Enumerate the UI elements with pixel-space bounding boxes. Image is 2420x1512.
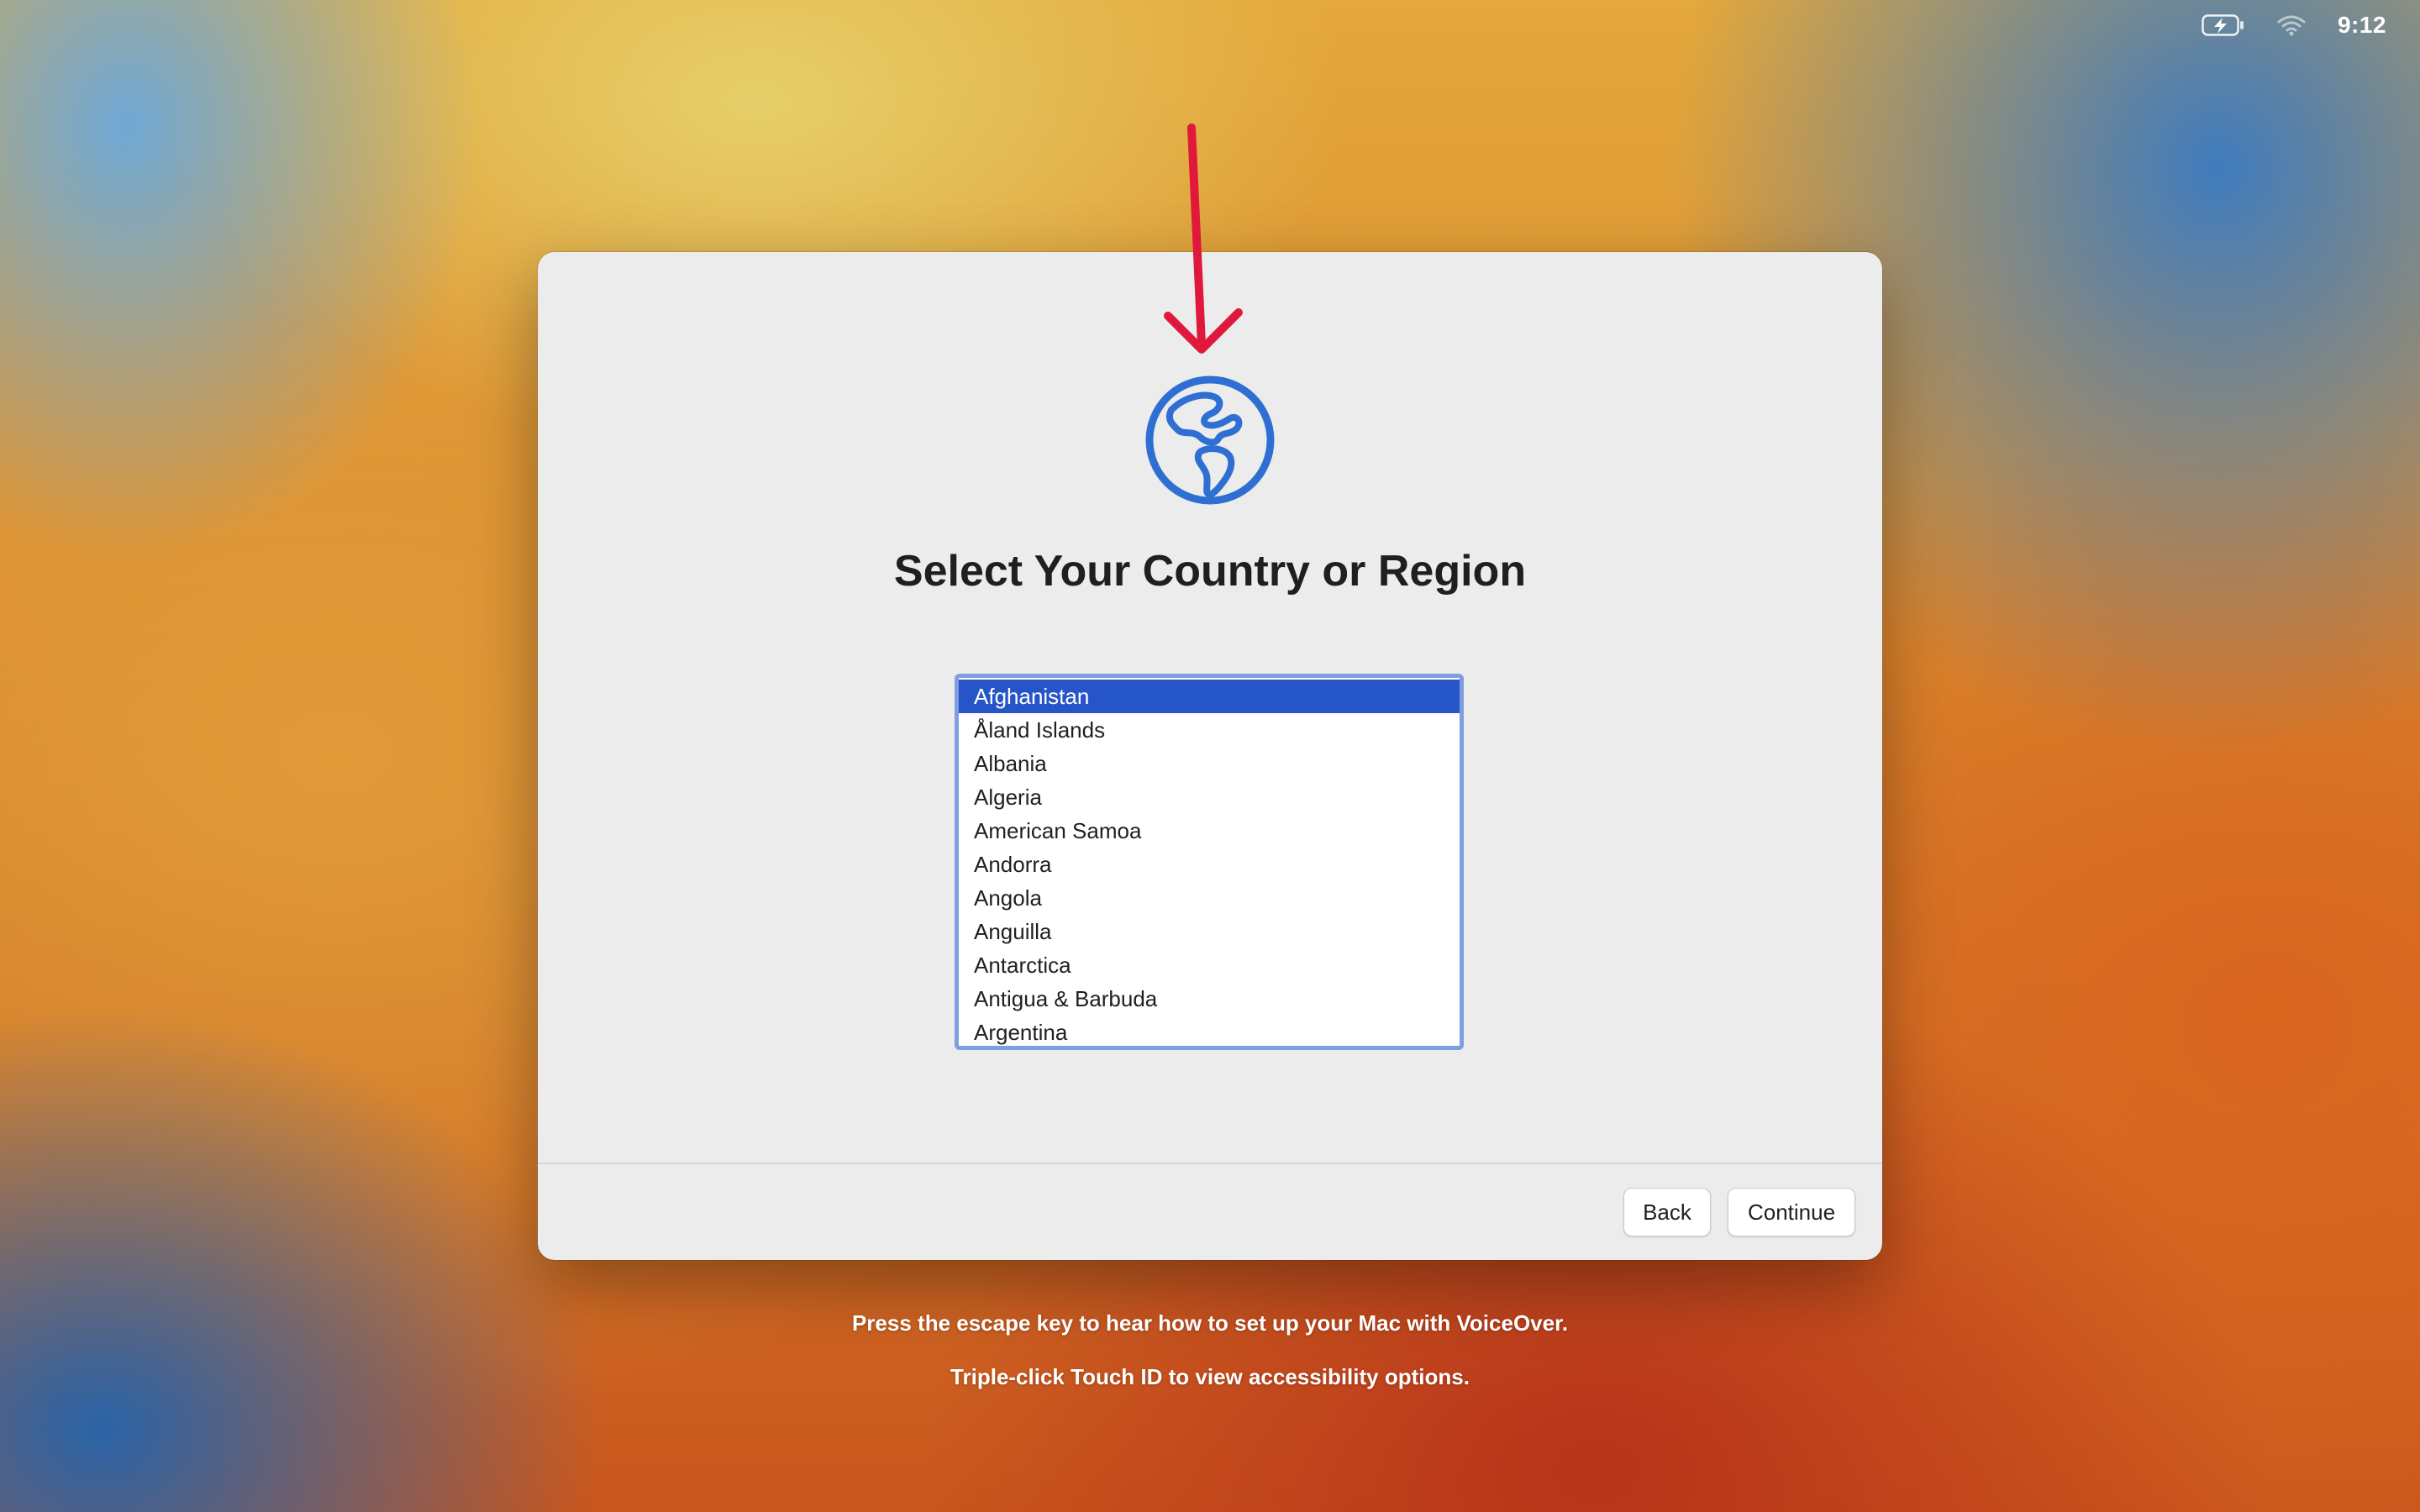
country-list-item[interactable]: Andorra: [959, 848, 1460, 881]
page-title: Select Your Country or Region: [893, 547, 1527, 596]
country-list-item[interactable]: Albania: [959, 747, 1460, 780]
country-list-item[interactable]: Anguilla: [959, 915, 1460, 948]
country-list-item[interactable]: Åland Islands: [959, 713, 1460, 747]
accessibility-hint: Triple-click Touch ID to view accessibil…: [950, 1364, 1470, 1389]
country-list-item-selected[interactable]: Afghanistan: [959, 680, 1460, 713]
clock[interactable]: 9:12: [2338, 12, 2386, 39]
voiceover-hint: Press the escape key to hear how to set …: [851, 1310, 1569, 1336]
globe-icon: [1145, 375, 1275, 505]
footer-divider: [538, 1163, 1882, 1164]
country-list[interactable]: Afghanistan Åland Islands Albania Algeri…: [955, 674, 1464, 1050]
menu-bar-status: 9:12: [2202, 8, 2386, 42]
back-button[interactable]: Back: [1623, 1188, 1711, 1236]
battery-charging-icon[interactable]: [2202, 14, 2245, 36]
country-list-item[interactable]: Algeria: [959, 780, 1460, 814]
wifi-icon[interactable]: [2277, 14, 2306, 36]
country-list-item[interactable]: Angola: [959, 881, 1460, 915]
country-list-item[interactable]: Argentina: [959, 1016, 1460, 1046]
country-list-item[interactable]: Antigua & Barbuda: [959, 982, 1460, 1016]
country-list-item[interactable]: American Samoa: [959, 814, 1460, 848]
continue-button[interactable]: Continue: [1728, 1188, 1855, 1236]
country-list-item[interactable]: Antarctica: [959, 948, 1460, 982]
setup-assistant-window: Select Your Country or Region Afghanista…: [538, 252, 1882, 1260]
